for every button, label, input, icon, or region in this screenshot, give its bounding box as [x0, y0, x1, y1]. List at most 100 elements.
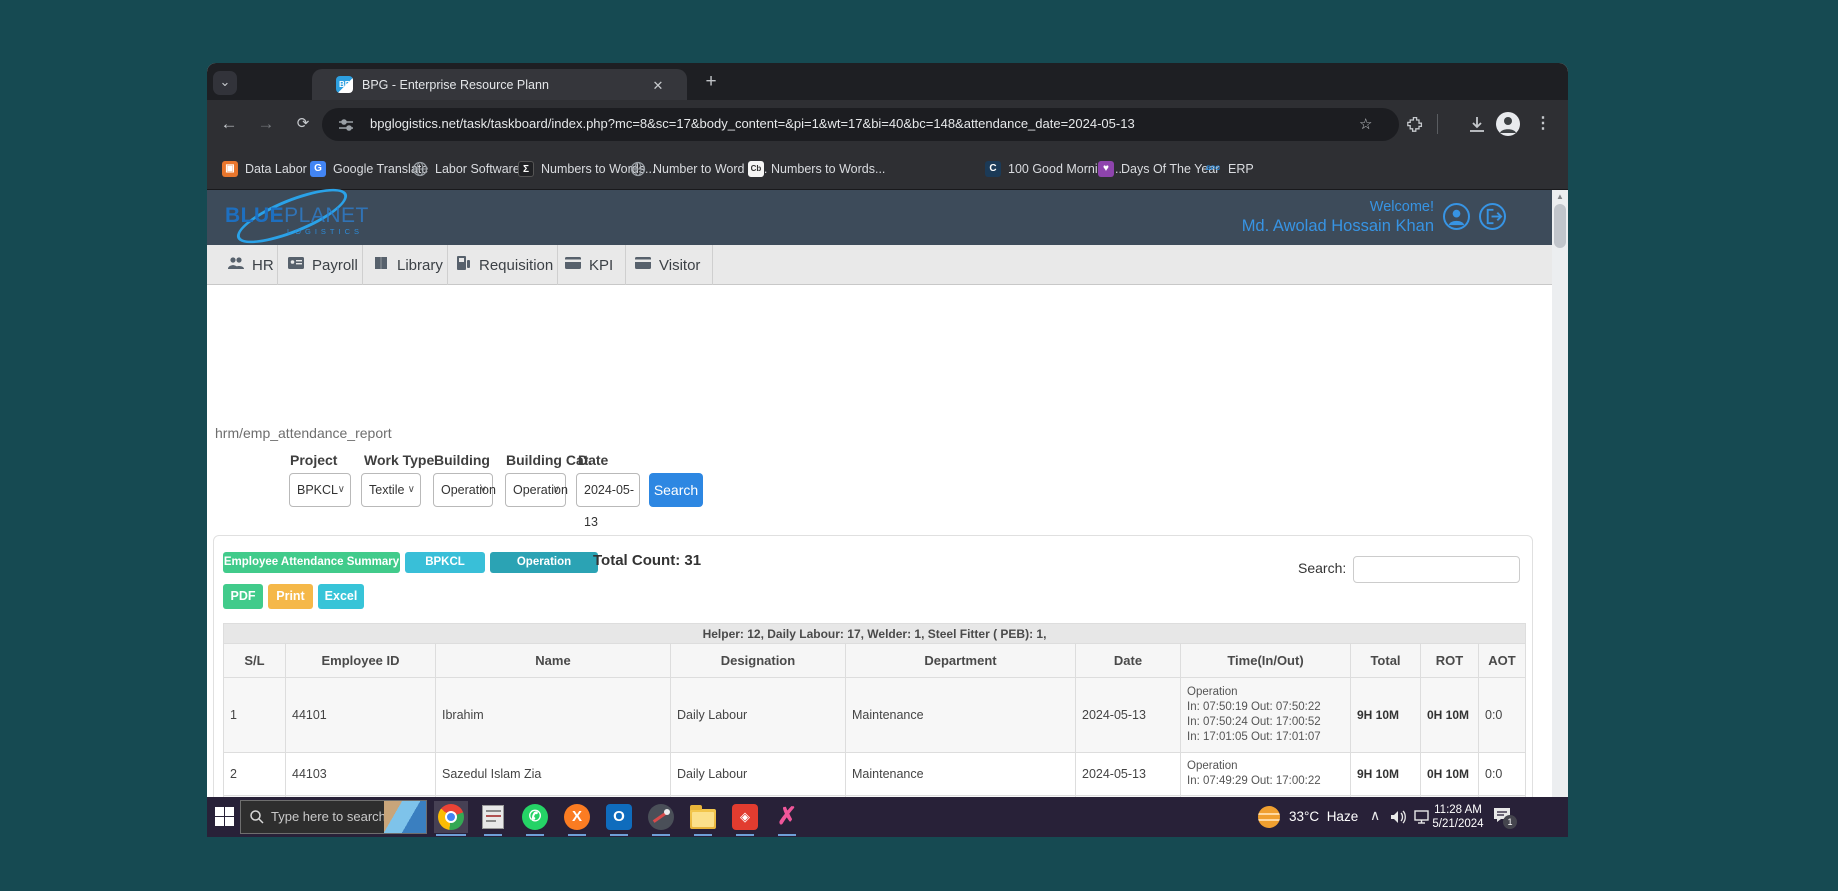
- logout-button[interactable]: [1479, 203, 1506, 230]
- welcome-text: Welcome!: [1369, 199, 1434, 215]
- weather-text[interactable]: 33°C Haze: [1289, 809, 1358, 824]
- search-icon: [250, 810, 264, 824]
- running-app-indicator: [610, 834, 628, 836]
- taskbar-search[interactable]: Type here to search: [240, 800, 427, 834]
- download-icon[interactable]: [1465, 112, 1489, 136]
- browser-tab[interactable]: BP BPG - Enterprise Resource Plann ✕: [312, 69, 687, 100]
- scrollbar-thumb[interactable]: [1554, 204, 1566, 248]
- building-select[interactable]: Operation ∨: [433, 473, 496, 507]
- tab-favicon-icon: BP: [336, 76, 353, 93]
- bookmark-item[interactable]: BPG ERP: [1205, 148, 1254, 190]
- date-input[interactable]: 2024-05-13: [576, 473, 640, 529]
- work-type-select[interactable]: Textile ∨: [361, 473, 421, 507]
- scroll-up-icon[interactable]: ▲: [1556, 192, 1564, 201]
- column-header[interactable]: Name: [435, 643, 671, 678]
- bookmark-item[interactable]: ▣ Data Labor: [222, 148, 307, 190]
- taskbar-app-outlook[interactable]: O: [602, 801, 636, 833]
- tab-close-icon[interactable]: ✕: [649, 77, 667, 95]
- time-line: In: 17:01:05 Out: 17:01:07: [1187, 731, 1321, 743]
- library-icon: [373, 255, 389, 275]
- profile-button[interactable]: [1443, 203, 1470, 230]
- reload-icon[interactable]: ⟳: [291, 112, 315, 136]
- print-button[interactable]: Print: [268, 584, 313, 609]
- taskbar-app-redapp[interactable]: ◈: [728, 801, 762, 833]
- nav-item-payroll[interactable]: Payroll: [288, 245, 358, 285]
- desktop-backdrop: ⌄ BP BPG - Enterprise Resource Plann ✕ +…: [0, 0, 1838, 891]
- pdf-button[interactable]: PDF: [223, 584, 263, 609]
- notification-button[interactable]: 1: [1493, 807, 1517, 829]
- tray-chevron-icon[interactable]: ∧: [1370, 807, 1380, 824]
- total-count: Total Count: 31: [593, 552, 702, 569]
- taskbar-app-whatsapp[interactable]: ✆: [518, 801, 552, 833]
- taskbar-app-media[interactable]: [644, 801, 678, 833]
- nav-item-requisition[interactable]: Requisition: [455, 245, 553, 285]
- column-header[interactable]: AOT: [1478, 643, 1526, 678]
- project-select[interactable]: BPKCL ∨: [289, 473, 351, 507]
- nav-separator: [625, 245, 626, 285]
- back-icon[interactable]: ←: [217, 112, 241, 136]
- taskbar-app-docs[interactable]: [476, 801, 510, 833]
- cell-designation: Daily Labour: [670, 752, 846, 796]
- column-header[interactable]: Date: [1075, 643, 1181, 678]
- column-header[interactable]: S/L: [223, 643, 286, 678]
- start-button[interactable]: [215, 807, 235, 827]
- search-button[interactable]: Search: [649, 473, 703, 507]
- bookmark-item[interactable]: ♥ Days Of The Year: [1098, 148, 1219, 190]
- taskbar-app-xampp[interactable]: X: [560, 801, 594, 833]
- bookmark-item[interactable]: Labor Software: [412, 148, 520, 190]
- chevron-down-icon: ∨: [552, 484, 560, 495]
- running-app-indicator: [694, 834, 712, 836]
- bookmark-label: Numbers to Words...: [771, 162, 886, 176]
- profile-avatar[interactable]: [1496, 112, 1520, 136]
- column-header[interactable]: Employee ID: [285, 643, 436, 678]
- building-label: Building: [434, 452, 490, 468]
- forward-icon[interactable]: →: [254, 112, 278, 136]
- column-header[interactable]: Designation: [670, 643, 846, 678]
- taskbar-app-explorer[interactable]: [686, 801, 720, 833]
- building-cat-select[interactable]: Operation ∨: [505, 473, 568, 507]
- weather-haze-icon[interactable]: [1258, 806, 1280, 828]
- url-text: bpglogistics.net/task/taskboard/index.ph…: [370, 116, 1135, 131]
- column-header[interactable]: Department: [845, 643, 1076, 678]
- cell-aot: 0:0: [1478, 677, 1526, 753]
- taskbar-app-chrome[interactable]: [434, 801, 468, 833]
- column-header[interactable]: Total: [1350, 643, 1421, 678]
- site-settings-icon[interactable]: [338, 117, 354, 133]
- address-bar[interactable]: bpglogistics.net/task/taskboard/index.ph…: [322, 108, 1399, 141]
- nav-item-visitor[interactable]: Visitor: [635, 245, 700, 285]
- blue-planet-logo[interactable]: BLUEPLANET LOGISTICS: [225, 178, 395, 254]
- nav-item-kpi[interactable]: KPI: [565, 245, 613, 285]
- taskbar-app-pinktool[interactable]: ✗: [770, 801, 804, 833]
- page-scrollbar[interactable]: ▲: [1552, 190, 1568, 797]
- date-value: 2024-05-13: [584, 483, 635, 529]
- bookmark-label: Labor Software: [435, 162, 520, 176]
- menu-dots-icon[interactable]: ⋮: [1531, 112, 1555, 136]
- column-header[interactable]: ROT: [1420, 643, 1479, 678]
- nav-item-hr[interactable]: HR: [228, 245, 274, 285]
- welcome-block: Welcome! Md. Awolad Hossain Khan: [1242, 198, 1434, 237]
- bookmark-item[interactable]: G Google Translate: [310, 148, 428, 190]
- user-name: Md. Awolad Hossain Khan: [1241, 217, 1434, 236]
- speaker-icon[interactable]: [1390, 809, 1408, 825]
- bookmark-item[interactable]: Number to Word C...: [630, 148, 767, 190]
- table-search-input[interactable]: [1353, 556, 1520, 583]
- tab-search-chevron-icon[interactable]: ⌄: [213, 71, 237, 95]
- c-bookmark-icon: C: [985, 161, 1001, 177]
- cell-total: 9H 10M: [1350, 752, 1421, 796]
- bookmark-item[interactable]: Cb Numbers to Words...: [748, 148, 885, 190]
- nav-item-label: HR: [252, 256, 274, 274]
- extensions-icon[interactable]: [1403, 112, 1427, 136]
- excel-button[interactable]: Excel: [318, 584, 364, 609]
- bookmark-star-icon[interactable]: ☆: [1359, 115, 1372, 133]
- building-badge: Operation (Operation): [490, 552, 598, 589]
- search-highlight-image[interactable]: [384, 801, 426, 833]
- cell-designation: Daily Labour: [670, 677, 846, 753]
- cell-department: Maintenance: [845, 752, 1076, 796]
- column-header[interactable]: Time(In/Out): [1180, 643, 1351, 678]
- new-tab-button[interactable]: +: [699, 70, 723, 94]
- table-row: 2 44103 Sazedul Islam Zia Daily Labour Maint…: [223, 752, 1526, 796]
- nav-item-library[interactable]: Library: [373, 245, 443, 285]
- taskbar-clock[interactable]: 11:28 AM 5/21/2024: [1429, 803, 1487, 831]
- cell-emp_id: 44101: [285, 677, 436, 753]
- running-app-indicator: [568, 834, 586, 836]
